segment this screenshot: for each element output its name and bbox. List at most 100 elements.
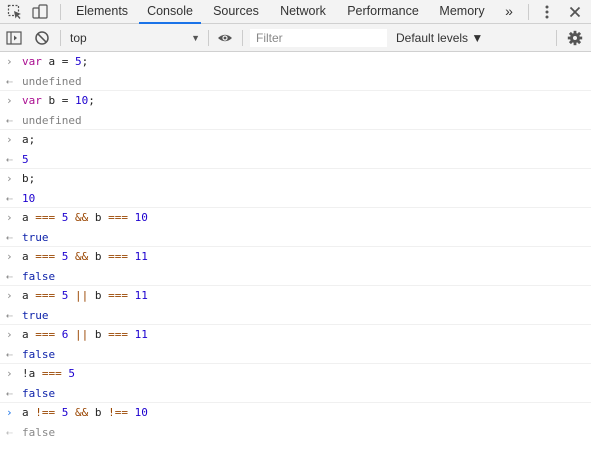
code-token: === bbox=[108, 328, 128, 341]
code-token: b bbox=[88, 211, 109, 224]
live-expression-eye-icon[interactable] bbox=[217, 30, 233, 46]
console-result-line: ⇠ true bbox=[0, 306, 591, 325]
javascript-context-select[interactable]: top ▼ bbox=[70, 29, 204, 47]
result-value: true bbox=[22, 230, 49, 244]
code-token: === bbox=[108, 289, 128, 302]
result-arrow-icon: ⇠ bbox=[6, 269, 13, 283]
code-token: 10 bbox=[134, 211, 148, 224]
code-token: !a bbox=[22, 367, 42, 380]
console-prompt-input[interactable]: › a !== 5 && b !== 10 bbox=[0, 403, 591, 423]
code-token: a bbox=[22, 211, 36, 224]
result-arrow-icon: ⇠ bbox=[6, 308, 13, 322]
console-settings-gear-icon[interactable] bbox=[567, 30, 583, 46]
console-input-line: › a === 6 || b === 11 bbox=[0, 325, 591, 345]
console-input-line: › a === 5 && b === 11 bbox=[0, 247, 591, 267]
tab-elements[interactable]: Elements bbox=[70, 0, 134, 23]
result-value: true bbox=[22, 308, 49, 322]
result-value: undefined bbox=[22, 74, 82, 88]
close-icon[interactable] bbox=[567, 4, 583, 20]
more-tabs-label: » bbox=[505, 3, 513, 19]
console-input-line: › var b = 10; bbox=[0, 91, 591, 111]
result-arrow-icon: ⇠ bbox=[6, 230, 13, 244]
kebab-menu-icon[interactable] bbox=[539, 4, 555, 20]
toolbar-divider bbox=[528, 4, 529, 20]
tab-label: Network bbox=[280, 4, 326, 18]
input-chevron-icon: › bbox=[6, 94, 13, 107]
input-chevron-icon: › bbox=[6, 328, 13, 341]
tab-label: Sources bbox=[213, 4, 259, 18]
console-input-line: › a === 5 && b === 10 bbox=[0, 208, 591, 228]
tab-label: Performance bbox=[347, 4, 419, 18]
input-chevron-icon: › bbox=[6, 133, 13, 146]
toolbar-divider bbox=[242, 30, 243, 46]
tab-network[interactable]: Network bbox=[273, 0, 333, 23]
device-toolbar-icon[interactable] bbox=[32, 4, 48, 20]
input-chevron-icon: › bbox=[6, 289, 13, 302]
toolbar-divider bbox=[60, 4, 61, 20]
code-token: === bbox=[41, 367, 62, 380]
log-levels-dropdown[interactable]: Default levels ▼ bbox=[396, 29, 483, 47]
code-token: === bbox=[35, 211, 56, 224]
context-value: top bbox=[70, 31, 87, 45]
code-token: === bbox=[35, 250, 56, 263]
code-token: b bbox=[88, 250, 109, 263]
result-arrow-icon: ⇠ bbox=[6, 113, 13, 127]
code-token: b bbox=[88, 289, 109, 302]
filter-input[interactable] bbox=[250, 29, 387, 47]
code-token: === bbox=[35, 289, 56, 302]
code-token: a bbox=[22, 289, 36, 302]
result-value: false bbox=[22, 347, 56, 361]
result-value: 5 bbox=[22, 152, 29, 166]
code-token: === bbox=[108, 250, 128, 263]
inspect-element-icon[interactable] bbox=[7, 4, 23, 20]
console-result-line: ⇠ false bbox=[0, 267, 591, 286]
console-input-line: › !a === 5 bbox=[0, 364, 591, 384]
console-result-line: ⇠ true bbox=[0, 228, 591, 247]
code-token: ; bbox=[88, 94, 95, 107]
code-token: 11 bbox=[134, 250, 148, 263]
console-input-line: › var a = 5; bbox=[0, 52, 591, 72]
code-token: || bbox=[75, 328, 89, 341]
code-token: === bbox=[35, 328, 56, 341]
code-token: b; bbox=[22, 172, 36, 185]
input-chevron-icon: › bbox=[6, 211, 13, 224]
tab-sources[interactable]: Sources bbox=[207, 0, 265, 23]
more-tabs-button[interactable]: » bbox=[500, 0, 518, 23]
result-value: false bbox=[22, 269, 56, 283]
code-token: 5 bbox=[68, 367, 75, 380]
devtools-tab-bar: Elements Console Sources Network Perform… bbox=[0, 0, 591, 24]
clear-console-icon[interactable] bbox=[34, 30, 50, 46]
show-sidebar-icon[interactable] bbox=[6, 30, 22, 46]
console-input-line: › a; bbox=[0, 130, 591, 150]
console-result-line: ⇠ undefined bbox=[0, 72, 591, 91]
code-token: b bbox=[88, 328, 109, 341]
eager-evaluation-preview: ⇠ false bbox=[0, 423, 591, 443]
prompt-chevron-icon: › bbox=[6, 406, 13, 419]
tab-performance[interactable]: Performance bbox=[341, 0, 425, 23]
code-token: a; bbox=[22, 133, 36, 146]
code-token: === bbox=[108, 211, 128, 224]
result-arrow-icon: ⇠ bbox=[6, 347, 13, 361]
tab-memory[interactable]: Memory bbox=[432, 0, 492, 23]
console-input-line: › b; bbox=[0, 169, 591, 189]
code-token: a bbox=[22, 250, 36, 263]
console-input-line: › a === 5 || b === 11 bbox=[0, 286, 591, 306]
result-value: undefined bbox=[22, 113, 82, 127]
input-chevron-icon: › bbox=[6, 55, 13, 68]
result-arrow-icon: ⇠ bbox=[6, 386, 13, 400]
result-arrow-icon: ⇠ bbox=[6, 425, 13, 439]
console-result-line: ⇠ 5 bbox=[0, 150, 591, 169]
code-token: ; bbox=[81, 55, 89, 68]
tab-console[interactable]: Console bbox=[139, 0, 201, 24]
console-result-line: ⇠ false bbox=[0, 345, 591, 364]
result-value: false bbox=[22, 386, 56, 400]
tab-label: Elements bbox=[75, 4, 129, 18]
code-token: 11 bbox=[134, 328, 148, 341]
